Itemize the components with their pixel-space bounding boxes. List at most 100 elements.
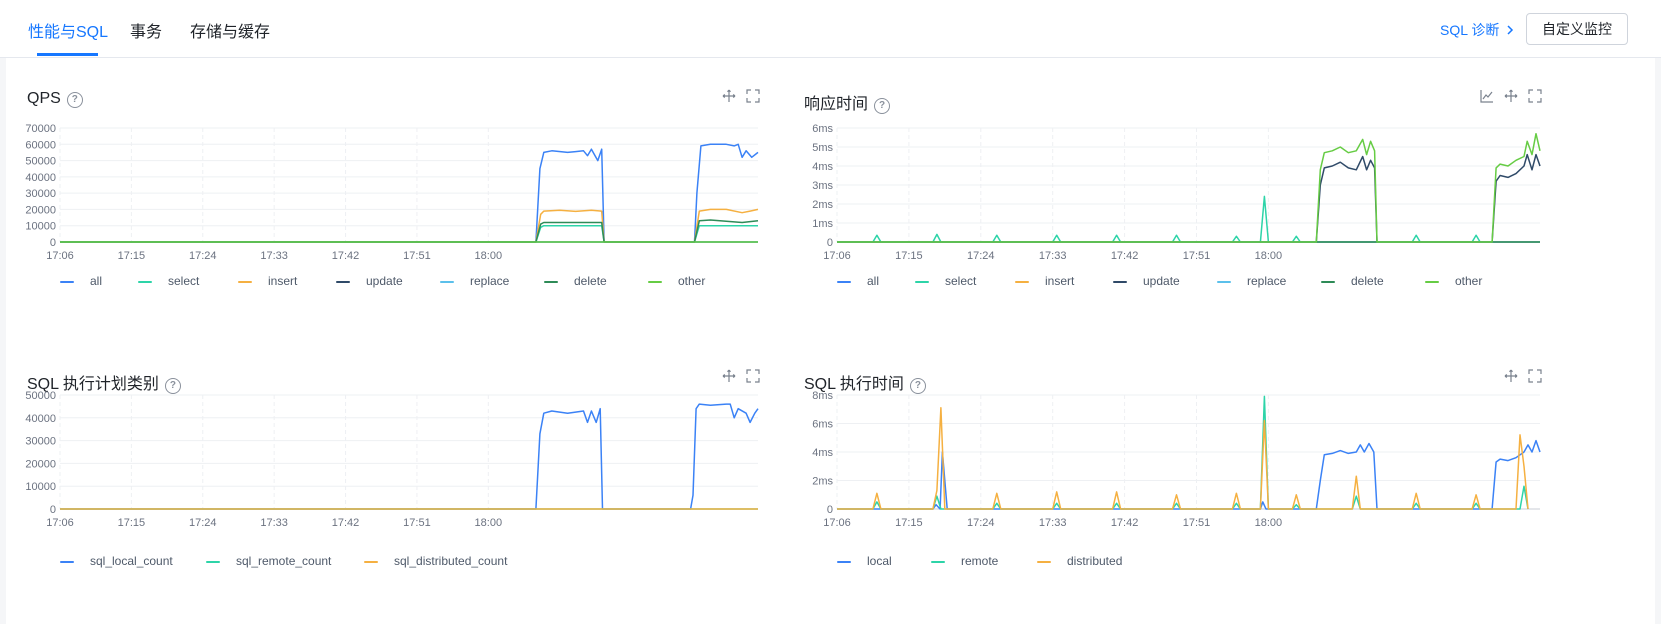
y-tick-label: 20000 (25, 458, 56, 470)
legend-swatch (1425, 281, 1439, 283)
y-tick-label: 0 (827, 504, 833, 516)
legend-label: delete (1351, 274, 1384, 288)
x-tick-label: 17:15 (118, 517, 146, 529)
y-tick-label: 5ms (812, 142, 833, 154)
active-tab-indicator (37, 53, 98, 56)
x-tick-label: 17:24 (189, 250, 217, 262)
x-tick-label: 17:33 (260, 250, 288, 262)
y-tick-label: 2ms (812, 199, 833, 211)
series-line-select[interactable] (60, 224, 758, 243)
y-tick-label: 50000 (25, 156, 56, 168)
x-tick-label: 18:00 (1255, 517, 1283, 529)
legend-swatch (544, 281, 558, 283)
legend-swatch (440, 281, 454, 283)
x-tick-label: 17:15 (895, 517, 923, 529)
sql-plan-panel: SQL 执行计划类别? 0 10000 20000 30000 40000 50000 17… (6, 338, 806, 618)
y-tick-label: 50000 (25, 390, 56, 402)
legend-label: remote (961, 554, 999, 568)
dashboard-area: QPS? 0 10000 20000 30000 40000 50000 60000 7000… (6, 58, 1655, 624)
x-tick-label: 17:42 (332, 250, 360, 262)
x-tick-label: 17:24 (967, 517, 995, 529)
y-tick-label: 10000 (25, 221, 56, 233)
y-tick-label: 3ms (812, 180, 833, 192)
x-tick-label: 18:00 (475, 517, 503, 529)
legend-label: sql_local_count (90, 554, 173, 568)
tab-storage-cache[interactable]: 存储与缓存 (190, 18, 270, 42)
y-tick-label: 4ms (812, 161, 833, 173)
qps-chart[interactable]: 0 10000 20000 30000 40000 50000 60000 70000 17:0… (6, 58, 806, 338)
y-tick-label: 4ms (812, 447, 833, 459)
y-tick-label: 40000 (25, 172, 56, 184)
legend-label: replace (1247, 274, 1287, 288)
qps-panel: QPS? 0 10000 20000 30000 40000 50000 60000 7000… (6, 58, 806, 338)
legend-swatch (1015, 281, 1029, 283)
tab-transaction[interactable]: 事务 (130, 18, 162, 42)
legend-swatch (60, 281, 74, 283)
x-tick-label: 17:51 (1183, 250, 1211, 262)
y-tick-label: 30000 (25, 436, 56, 448)
x-tick-label: 17:15 (895, 250, 923, 262)
legend-label: delete (574, 274, 607, 288)
y-tick-label: 6ms (812, 123, 833, 135)
x-tick-label: 17:42 (1111, 250, 1139, 262)
sql-diagnosis-link[interactable]: SQL 诊断 (1440, 20, 1515, 40)
x-tick-label: 17:33 (1039, 250, 1067, 262)
y-tick-label: 20000 (25, 204, 56, 216)
legend-swatch (837, 561, 851, 563)
y-tick-label: 70000 (25, 123, 56, 135)
legend-label: other (678, 274, 706, 288)
x-tick-label: 17:06 (823, 250, 851, 262)
sql-diagnosis-label: SQL 诊断 (1440, 22, 1500, 38)
custom-monitor-label: 自定义监控 (1542, 21, 1612, 37)
y-tick-label: 2ms (812, 476, 833, 488)
series-line-select[interactable] (837, 195, 1481, 243)
x-tick-label: 17:06 (823, 517, 851, 529)
legend-swatch (1321, 281, 1335, 283)
x-tick-label: 17:51 (1183, 517, 1211, 529)
chevron-right-icon (1507, 25, 1514, 35)
legend-swatch (138, 281, 152, 283)
series-line-sql-local-count[interactable] (60, 403, 759, 510)
y-tick-label: 40000 (25, 413, 56, 425)
x-tick-label: 17:42 (1111, 517, 1139, 529)
series-line-other[interactable] (837, 132, 1541, 243)
legend-swatch (1037, 561, 1051, 563)
x-tick-label: 17:33 (260, 517, 288, 529)
sql-exec-time-chart[interactable]: 0 2ms 4ms 6ms 8ms 17:06 17:15 17:24 17:33 17:42 17… (783, 338, 1583, 618)
legend-swatch (1113, 281, 1127, 283)
series-line-update[interactable] (837, 153, 1541, 243)
legend-label: distributed (1067, 554, 1123, 568)
x-tick-label: 17:51 (403, 250, 431, 262)
response-time-chart[interactable]: 0 1ms 2ms 3ms 4ms 5ms 6ms 17:06 17:15 17:24 17:33 1… (783, 58, 1583, 338)
legend-label: other (1455, 274, 1483, 288)
tab-performance-sql[interactable]: 性能与SQL (28, 18, 108, 42)
custom-monitor-button[interactable]: 自定义监控 (1526, 13, 1628, 45)
legend-label: insert (1045, 274, 1075, 288)
y-tick-label: 0 (827, 237, 833, 249)
legend-label: local (867, 554, 892, 568)
legend-label: sql_remote_count (236, 554, 332, 568)
legend-swatch (364, 561, 378, 563)
legend-swatch (931, 561, 945, 563)
y-tick-label: 6ms (812, 419, 833, 431)
legend-swatch (837, 281, 851, 283)
x-tick-label: 18:00 (475, 250, 503, 262)
x-tick-label: 17:33 (1039, 517, 1067, 529)
y-tick-label: 1ms (812, 218, 833, 230)
legend-swatch (206, 561, 220, 563)
y-tick-label: 0 (50, 504, 56, 516)
x-tick-label: 18:00 (1255, 250, 1283, 262)
legend-label: all (90, 274, 103, 288)
legend-label: sql_distributed_count (394, 554, 508, 568)
legend-swatch (915, 281, 929, 283)
legend-swatch (238, 281, 252, 283)
y-tick-label: 0 (50, 237, 56, 249)
legend-label: update (1143, 274, 1180, 288)
sql-plan-chart[interactable]: 0 10000 20000 30000 40000 50000 17:06 17:15 17:2… (6, 338, 806, 618)
legend-label: select (945, 274, 977, 288)
legend-swatch (336, 281, 350, 283)
x-tick-label: 17:24 (189, 517, 217, 529)
series-line-delete[interactable] (60, 219, 759, 243)
x-tick-label: 17:24 (967, 250, 995, 262)
legend-swatch (60, 561, 74, 563)
